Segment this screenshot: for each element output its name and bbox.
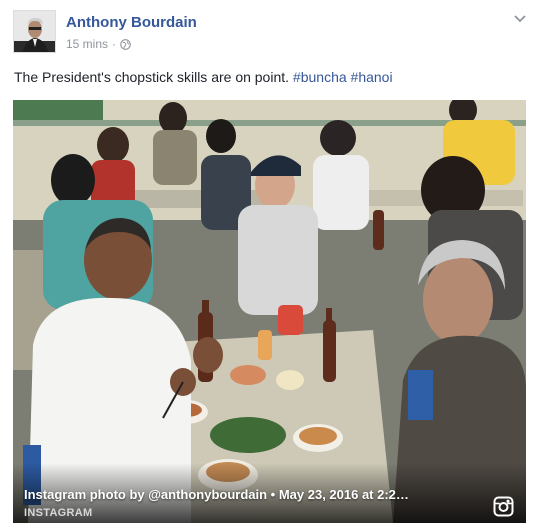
avatar[interactable] (13, 10, 56, 53)
chevron-down-icon[interactable] (512, 12, 528, 24)
author-name-link[interactable]: Anthony Bourdain (66, 14, 197, 31)
timestamp-link[interactable]: 15 mins (66, 37, 108, 51)
photo-image (13, 100, 526, 523)
hashtag-hanoi[interactable]: #hanoi (351, 69, 393, 85)
photo-caption[interactable]: Instagram photo by @anthonybourdain • Ma… (24, 487, 409, 502)
photo-source-label: INSTAGRAM (24, 507, 93, 519)
post-text-body: The President's chopstick skills are on … (14, 69, 293, 85)
facebook-post-card: Anthony Bourdain 15 mins · The President… (0, 0, 542, 523)
globe-icon[interactable] (120, 38, 131, 50)
post-meta: 15 mins · (66, 37, 131, 51)
post-text: The President's chopstick skills are on … (14, 69, 393, 85)
instagram-icon[interactable] (493, 496, 514, 517)
hashtag-buncha[interactable]: #buncha (293, 69, 347, 85)
instagram-photo[interactable]: Instagram photo by @anthonybourdain • Ma… (13, 100, 526, 523)
meta-separator: · (112, 37, 117, 51)
